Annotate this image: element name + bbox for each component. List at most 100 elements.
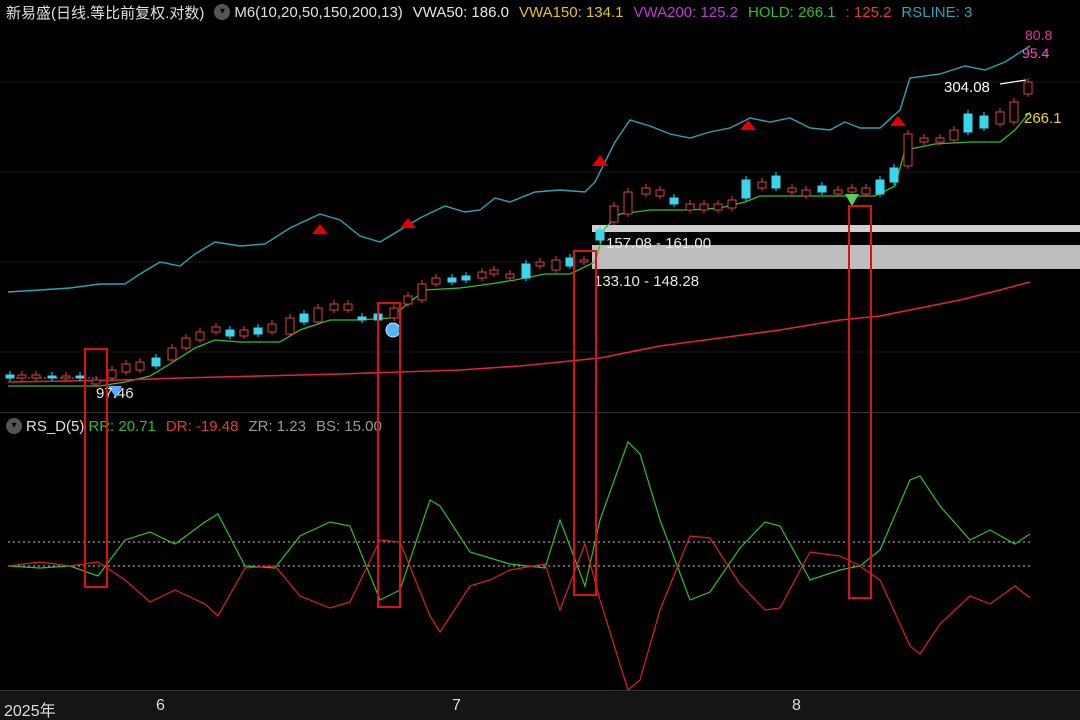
candle-body [935, 137, 945, 143]
candle-body [595, 229, 605, 241]
candle-body [771, 175, 781, 189]
candle-body [655, 189, 665, 197]
candle-body [757, 181, 767, 189]
candle-body [167, 347, 177, 361]
candle-body [253, 327, 263, 335]
highlight-box [377, 302, 401, 608]
candle-body [889, 167, 899, 183]
candle-body [181, 337, 191, 349]
highlight-box [848, 205, 872, 599]
rr-line [7, 440, 1031, 601]
candle-body [431, 277, 441, 285]
sell-triangle-icon [312, 224, 328, 234]
candle-body [1009, 101, 1019, 123]
hold-value: HOLD: 266.1 [748, 3, 836, 21]
zone-upper-band [592, 225, 1080, 232]
candle-body [623, 191, 633, 215]
candle-body [833, 189, 843, 195]
candle-body [1023, 81, 1033, 95]
x-axis: 2025年 6 7 8 [0, 690, 1080, 720]
candle-body [801, 189, 811, 197]
candle-body [343, 303, 353, 311]
candle-body [727, 199, 737, 209]
vwa150-value: VWA150: 134.1 [518, 3, 624, 21]
top-label-2: 95.4 [1022, 45, 1049, 61]
main-chart-header: 新易盛(日线.等比前复权.对数) ▾ M6(10,20,50,150,200,1… [6, 0, 982, 24]
x-label-june: 6 [156, 697, 165, 714]
candle-body [713, 203, 723, 211]
candle-body [949, 129, 959, 141]
highlight-box [573, 250, 597, 596]
vwa200-value: VWA200: 125.2 [633, 3, 738, 21]
candle-body [121, 363, 131, 373]
indicator-header: ▾ RS_D(5) RR: 20.71 DR: -19.48 ZR: 1.23 … [6, 414, 392, 438]
candle-body [225, 329, 235, 337]
bs-value: BS: 15.00 [315, 417, 382, 435]
indicator-toggle-icon[interactable]: ▾ [214, 4, 231, 20]
candle-body [489, 269, 499, 275]
x-label-year: 2025年 [4, 703, 56, 720]
ma-params[interactable]: M6(10,20,50,150,200,13) [234, 4, 402, 21]
rs-name[interactable]: RS_D(5) [26, 418, 84, 435]
candle-body [75, 375, 85, 379]
candle-body [551, 259, 561, 271]
candle-body [979, 115, 989, 129]
candlesticks [5, 78, 1033, 387]
candle-body [151, 357, 161, 367]
candle-body [919, 137, 929, 143]
candle-body [875, 179, 885, 195]
candle-body [299, 313, 309, 323]
hold-price-label: 266.1 [1024, 110, 1062, 127]
high-price-label: 304.08 [944, 79, 990, 96]
candle-body [521, 263, 531, 279]
candle-body [313, 307, 323, 323]
candle-body [903, 133, 913, 167]
zone1-label: 157.08 - 161.00 [606, 235, 711, 252]
candle-body [861, 187, 871, 195]
x-label-aug: 8 [792, 697, 801, 714]
zr-value: ZR: 1.23 [248, 417, 306, 435]
chart-screen: 新易盛(日线.等比前复权.对数) ▾ M6(10,20,50,150,200,1… [0, 0, 1080, 720]
long-ma-line [7, 281, 1031, 383]
candle-body [47, 375, 57, 379]
dr-line [7, 535, 1031, 690]
candle-body [609, 205, 619, 223]
price-grid [0, 81, 1080, 353]
zone2-label: 133.10 - 148.28 [594, 273, 699, 290]
candle-body [787, 187, 797, 193]
candle-body [535, 261, 545, 267]
vwa50-value: VWA50: 186.0 [412, 3, 509, 21]
indicator-toggle-icon[interactable]: ▾ [6, 418, 22, 434]
candle-body [741, 179, 751, 199]
candle-body [669, 197, 679, 205]
stock-title[interactable]: 新易盛(日线.等比前复权.对数) [6, 2, 204, 23]
candle-body [31, 374, 41, 379]
candle-body [995, 111, 1005, 125]
x-label-july: 7 [452, 697, 461, 714]
candle-body [417, 283, 427, 301]
panel-divider [0, 412, 1080, 413]
candle-body [817, 185, 827, 193]
rs-indicator-chart[interactable] [0, 440, 1080, 690]
candle-body [17, 374, 27, 379]
price-chart[interactable]: 157.08 - 161.00 133.10 - 148.28 97.46 30… [0, 22, 1080, 432]
candle-body [135, 361, 145, 371]
top-label-1: 80.8 [1025, 27, 1052, 43]
candle-body [699, 203, 709, 211]
sell-triangle-icon [400, 218, 416, 228]
extra-value: : 125.2 [845, 3, 892, 21]
candle-body [477, 271, 487, 279]
candle-body [461, 275, 471, 281]
candle-body [107, 369, 117, 379]
candle-body [195, 331, 205, 341]
highlight-box [84, 348, 108, 588]
candle-body [5, 374, 15, 379]
candle-body [267, 323, 277, 333]
candle-body [963, 113, 973, 133]
candle-body [685, 203, 695, 211]
candle-body [239, 329, 249, 337]
rsline-value: RSLINE: 3 [901, 3, 973, 21]
candle-body [329, 303, 339, 311]
candle-body [847, 187, 857, 193]
candle-body [447, 277, 457, 283]
